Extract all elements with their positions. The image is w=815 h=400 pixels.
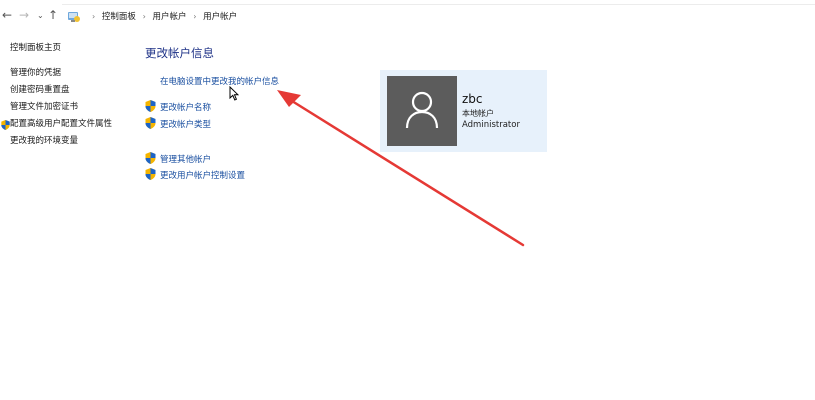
breadcrumb-separator-icon: ›	[92, 12, 96, 21]
change-account-type-link[interactable]: 更改帐户类型	[160, 118, 211, 130]
sidebar-item-credentials[interactable]: 管理你的凭据	[10, 67, 61, 79]
sidebar-item-password-reset-disk[interactable]: 创建密码重置盘	[10, 84, 70, 96]
change-account-name-link[interactable]: 更改帐户名称	[160, 101, 211, 113]
back-arrow-icon[interactable]: ←	[2, 8, 12, 22]
sidebar-item-environment-variables[interactable]: 更改我的环境变量	[10, 135, 78, 147]
shield-icon	[145, 168, 156, 180]
account-role: Administrator	[462, 120, 520, 130]
pc-settings-link[interactable]: 在电脑设置中更改我的帐户信息	[160, 75, 279, 87]
breadcrumb-separator-icon: ›	[142, 12, 146, 21]
control-panel-icon	[68, 12, 80, 22]
shield-icon	[145, 117, 156, 129]
annotation-arrow	[277, 90, 525, 247]
sidebar-item-encryption-certificates[interactable]: 管理文件加密证书	[10, 101, 78, 113]
breadcrumb-separator-icon: ›	[193, 12, 197, 21]
breadcrumb-user-accounts-current[interactable]: 用户帐户	[203, 10, 237, 22]
shield-icon	[145, 152, 156, 164]
page-title: 更改帐户信息	[145, 46, 214, 60]
sidebar-item-advanced-profile[interactable]: 配置高级用户配置文件属性	[1, 118, 113, 130]
account-name: zbc	[462, 92, 483, 106]
sidebar-item-home[interactable]: 控制面板主页	[10, 42, 61, 54]
up-arrow-icon[interactable]: ↑	[48, 8, 58, 22]
breadcrumb-control-panel[interactable]: 控制面板	[102, 10, 136, 22]
breadcrumb[interactable]: › 控制面板 › 用户帐户 › 用户帐户	[62, 4, 815, 29]
manage-other-accounts-link[interactable]: 管理其他帐户	[160, 153, 211, 165]
address-bar: ← → ⌄ ↑ › 控制面板 › 用户帐户 › 用户帐户	[0, 0, 815, 32]
shield-icon	[1, 120, 10, 130]
mouse-cursor-icon	[229, 86, 239, 101]
forward-arrow-icon[interactable]: →	[19, 8, 29, 22]
user-icon	[405, 91, 439, 129]
account-type: 本地帐户	[462, 109, 494, 118]
sidebar-item-label: 配置高级用户配置文件属性	[10, 119, 113, 129]
breadcrumb-user-accounts[interactable]: 用户帐户	[153, 10, 187, 22]
avatar	[387, 76, 457, 146]
arrow-head-icon	[277, 90, 301, 107]
chevron-down-icon[interactable]: ⌄	[37, 11, 44, 20]
shield-icon	[145, 100, 156, 112]
account-card: zbc 本地帐户 Administrator	[380, 70, 547, 152]
uac-settings-link[interactable]: 更改用户帐户控制设置	[160, 169, 245, 181]
